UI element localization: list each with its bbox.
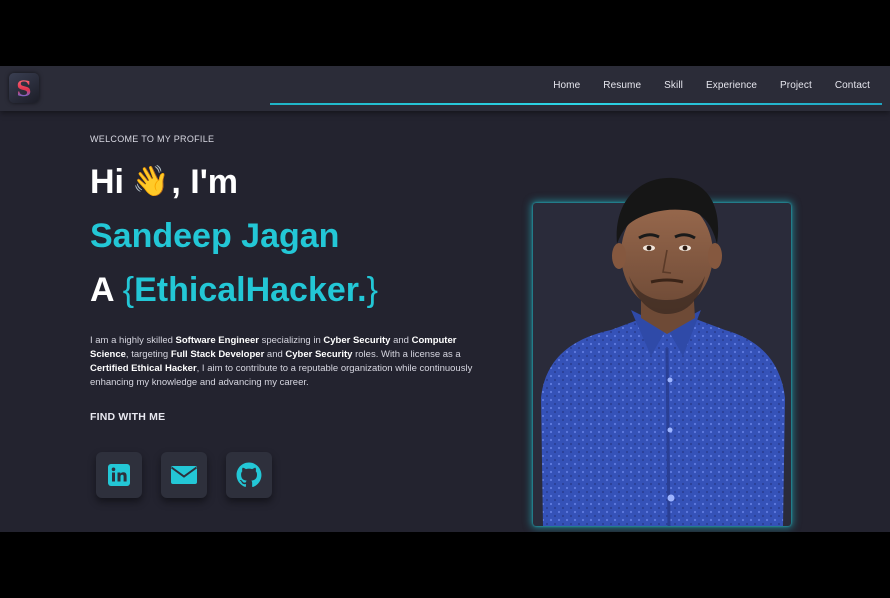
site-logo[interactable]: S [9, 73, 39, 103]
nav-underline [270, 103, 882, 105]
bio-highlight: Software Engineer [175, 334, 259, 346]
profile-photo-card [533, 177, 791, 526]
email-button[interactable] [161, 452, 207, 498]
nav-skill[interactable]: Skill [664, 80, 683, 91]
role-typed-text: EthicalHacker. [134, 271, 367, 309]
bio-segment: and [264, 348, 286, 360]
linkedin-icon [108, 464, 130, 486]
bio-segment: and [390, 334, 412, 346]
navbar: S Home Resume Skill Experience Project C… [0, 66, 890, 111]
wave-emoji-icon: 👋 [132, 165, 170, 198]
bio-highlight: Full Stack Developer [170, 348, 265, 360]
nav-experience[interactable]: Experience [706, 80, 757, 91]
greeting-im: , I'm [171, 163, 239, 201]
profile-photo [541, 177, 785, 526]
brace-open: { [122, 271, 135, 309]
nav-home[interactable]: Home [553, 80, 580, 91]
welcome-text: WELCOME TO MY PROFILE [90, 134, 215, 144]
bio-highlight: Certified Ethical Hacker [90, 362, 197, 374]
brace-close: } [366, 271, 378, 309]
greeting: Hi 👋 , I'm [90, 162, 238, 202]
bio-segment: I am a highly skilled [90, 334, 176, 346]
role-prefix: A [90, 271, 114, 309]
bio-segment: specializing in [258, 334, 324, 346]
bio-highlight: Cyber Security [285, 348, 353, 360]
hero-name: Sandeep Jagan [90, 217, 340, 255]
github-button[interactable] [226, 452, 272, 498]
bio-text: I am a highly skilled Software Engineer … [90, 334, 475, 390]
mail-icon [170, 466, 198, 484]
find-with-me-label: FIND WITH ME [90, 411, 166, 423]
bio-segment: roles. With a license as a [352, 348, 461, 360]
greeting-hi: Hi [90, 163, 124, 201]
nav-resume[interactable]: Resume [603, 80, 641, 91]
github-icon [236, 462, 262, 488]
linkedin-button[interactable] [96, 452, 142, 498]
page-frame: S Home Resume Skill Experience Project C… [0, 66, 890, 532]
hero-role: A {EthicalHacker.} [90, 269, 378, 311]
logo-letter: S [16, 75, 32, 101]
bio-segment: , targeting [125, 348, 171, 360]
nav-menu: Home Resume Skill Experience Project Con… [530, 80, 870, 91]
nav-contact[interactable]: Contact [835, 80, 870, 91]
bio-highlight: Cyber Security [323, 334, 391, 346]
nav-project[interactable]: Project [780, 80, 812, 91]
